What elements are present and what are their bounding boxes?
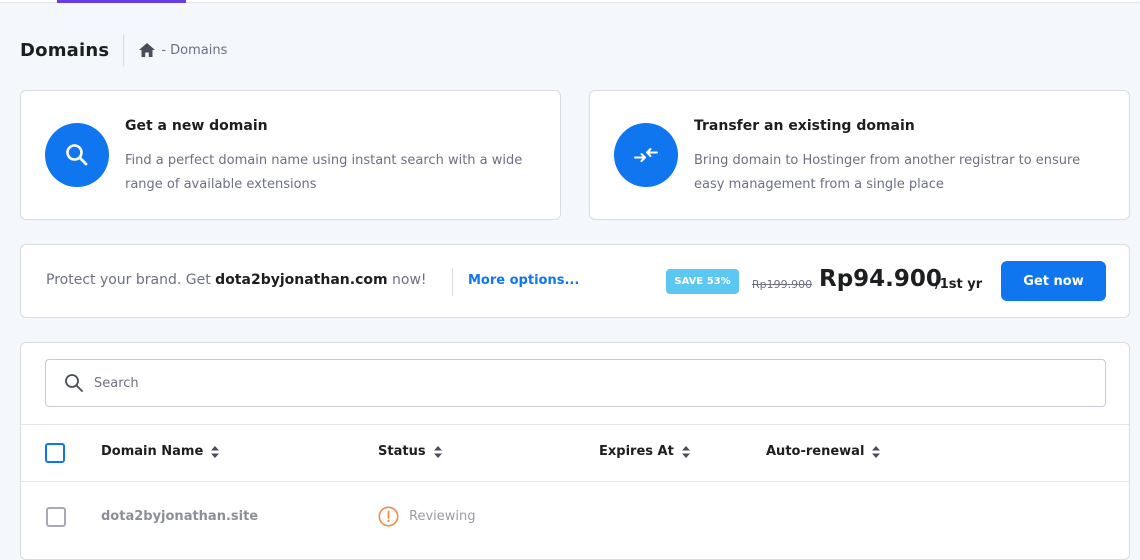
save-badge: SAVE 53% bbox=[666, 269, 739, 294]
warning-icon bbox=[378, 506, 399, 527]
home-icon[interactable] bbox=[139, 43, 156, 57]
sort-icon[interactable] bbox=[681, 445, 690, 458]
row-checkbox[interactable] bbox=[46, 507, 66, 527]
table-row[interactable]: dota2byjonathan.site Reviewing bbox=[21, 482, 1129, 550]
card-description: Bring domain to Hostinger from another r… bbox=[694, 153, 1081, 192]
search-icon bbox=[64, 373, 84, 393]
price-period: /1st yr bbox=[935, 277, 983, 292]
column-label: Expires At bbox=[599, 444, 674, 459]
domain-promo-banner: Protect your brand. Get dota2byjonathan.… bbox=[20, 244, 1130, 318]
column-label: Domain Name bbox=[101, 444, 204, 459]
domains-table-card: Domain Name Status Expires At Auto-renew… bbox=[20, 342, 1130, 560]
status-cell: Reviewing bbox=[378, 506, 476, 527]
select-all-checkbox[interactable] bbox=[45, 443, 65, 463]
header-divider bbox=[123, 34, 125, 66]
card-title: Get a new domain bbox=[125, 118, 268, 134]
sort-icon[interactable] bbox=[433, 445, 442, 458]
column-header-status[interactable]: Status bbox=[378, 444, 442, 459]
column-header-domain-name[interactable]: Domain Name bbox=[101, 444, 220, 459]
card-title: Transfer an existing domain bbox=[694, 118, 915, 134]
column-label: Status bbox=[378, 444, 426, 459]
get-now-button[interactable]: Get now bbox=[1001, 261, 1106, 301]
active-tab-indicator bbox=[57, 0, 186, 3]
top-nav-bar bbox=[0, 0, 1140, 3]
transfer-arrows-icon bbox=[614, 123, 678, 187]
column-header-expires-at[interactable]: Expires At bbox=[599, 444, 690, 459]
column-label: Auto-renewal bbox=[766, 444, 865, 459]
search-input[interactable] bbox=[94, 375, 1074, 391]
more-options-link[interactable]: More options... bbox=[468, 273, 579, 288]
promo-prefix: Protect your brand. Get bbox=[46, 272, 211, 288]
old-price: Rp199.900 bbox=[752, 278, 813, 291]
card-description: Find a perfect domain name using instant… bbox=[125, 153, 523, 192]
breadcrumb-current: - Domains bbox=[161, 42, 228, 58]
sort-icon[interactable] bbox=[211, 445, 220, 458]
table-header: Domain Name Status Expires At Auto-renew… bbox=[21, 425, 1129, 481]
breadcrumb: - Domains bbox=[139, 43, 227, 58]
promo-suffix: now! bbox=[392, 272, 427, 288]
page-title: Domains bbox=[20, 39, 110, 61]
sort-icon[interactable] bbox=[872, 445, 881, 458]
new-price: Rp94.900 bbox=[819, 266, 942, 292]
page-header: Domains - Domains bbox=[20, 34, 227, 66]
promo-divider bbox=[452, 268, 453, 296]
promo-text: Protect your brand. Get dota2byjonathan.… bbox=[46, 272, 427, 288]
transfer-domain-card[interactable]: Transfer an existing domain Bring domain… bbox=[589, 90, 1130, 220]
search-icon bbox=[45, 123, 109, 187]
promo-domain: dota2byjonathan.com bbox=[215, 272, 388, 288]
column-header-auto-renewal[interactable]: Auto-renewal bbox=[766, 444, 881, 459]
search-box[interactable] bbox=[45, 359, 1106, 407]
status-text: Reviewing bbox=[409, 509, 476, 524]
get-new-domain-card[interactable]: Get a new domain Find a perfect domain n… bbox=[20, 90, 561, 220]
domain-name-cell[interactable]: dota2byjonathan.site bbox=[101, 509, 258, 524]
